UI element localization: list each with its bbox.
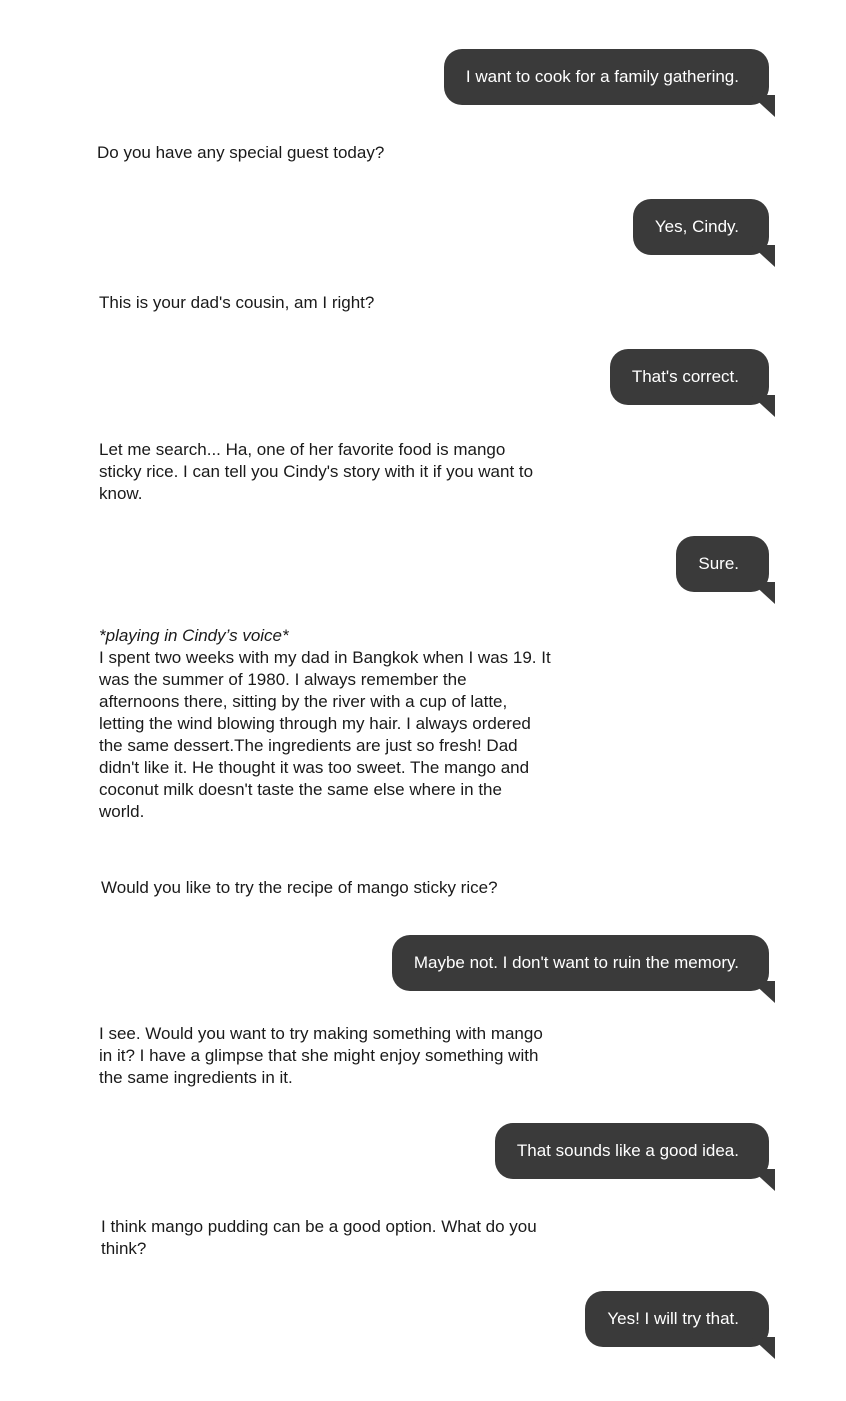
- assistant-message: Would you like to try the recipe of mang…: [101, 878, 498, 897]
- user-message-text: Yes! I will try that.: [607, 1309, 739, 1328]
- user-message-text: Maybe not. I don't want to ruin the memo…: [413, 953, 739, 972]
- chat-transcript: I want to cook for a family gathering. D…: [0, 0, 846, 1401]
- user-message-text: Sure.: [698, 554, 739, 573]
- assistant-message: This is your dad's cousin, am I right?: [99, 293, 375, 312]
- assistant-message: I see. Would you want to try making some…: [99, 1024, 543, 1087]
- user-message-bubble: Maybe not. I don't want to ruin the memo…: [391, 935, 776, 1003]
- user-message-bubble: Yes, Cindy.: [632, 199, 776, 267]
- assistant-message: I think mango pudding can be a good opti…: [101, 1217, 537, 1258]
- assistant-message: Let me search... Ha, one of her favorite…: [99, 440, 534, 503]
- user-message-bubble: Yes! I will try that.: [585, 1291, 775, 1359]
- user-message-text: I want to cook for a family gathering.: [465, 67, 739, 86]
- story-text: I spent two weeks with my dad in Bangkok…: [99, 648, 551, 821]
- user-message-text: That's correct.: [631, 367, 739, 386]
- user-message-bubble: Sure.: [676, 536, 775, 604]
- user-message-bubble: That's correct.: [609, 349, 776, 417]
- user-message-text: That sounds like a good idea.: [516, 1141, 739, 1160]
- assistant-story-message: *playing in Cindy’s voice* I spent two w…: [99, 625, 551, 823]
- user-message-bubble: That sounds like a good idea.: [494, 1123, 776, 1191]
- voice-playback-label: *playing in Cindy’s voice*: [99, 626, 289, 645]
- assistant-message: Do you have any special guest today?: [97, 143, 385, 162]
- user-message-bubble: I want to cook for a family gathering.: [443, 49, 776, 117]
- user-message-text: Yes, Cindy.: [654, 217, 739, 236]
